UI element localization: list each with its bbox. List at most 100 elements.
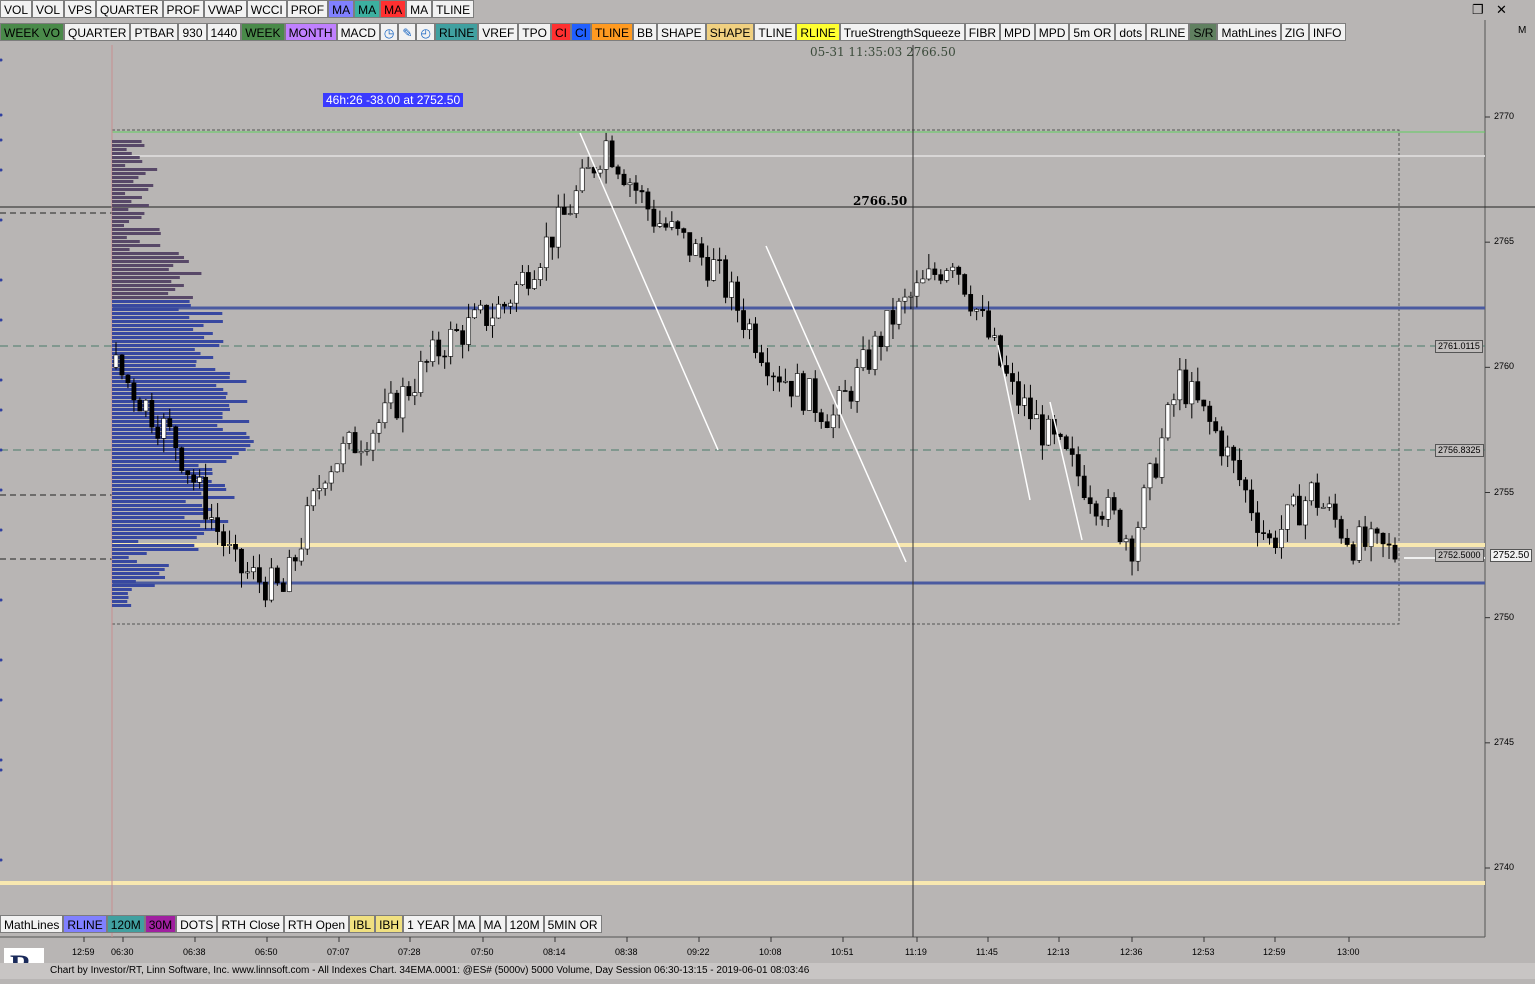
left-edge-dot	[0, 488, 3, 492]
candle-body	[1165, 404, 1171, 439]
close-window-icon[interactable]: ✕	[1496, 2, 1507, 18]
bottom-ma-button[interactable]: MA	[479, 915, 506, 933]
top-prof-button[interactable]: PROF	[162, 0, 204, 18]
bottom-30m-button[interactable]: 30M	[144, 915, 177, 933]
study-s-r-button[interactable]: S/R	[1189, 23, 1218, 41]
volume-profile-bar	[112, 272, 202, 275]
volume-profile-bar	[112, 176, 139, 179]
candle-body	[806, 378, 812, 411]
volume-profile-bar	[112, 516, 185, 519]
candle-body	[573, 190, 579, 214]
top-prof-button[interactable]: PROF	[286, 0, 329, 18]
study-truestrengthsqueeze-button[interactable]: TrueStrengthSqueeze	[839, 23, 965, 41]
study-930-button[interactable]: 930	[178, 23, 207, 41]
bottom-ibh-button[interactable]: IBH	[375, 915, 404, 933]
study-mpd-button[interactable]: MPD	[1000, 23, 1035, 41]
time-tick-label: 07:50	[471, 947, 494, 957]
study-bb-button[interactable]: BB	[632, 23, 657, 41]
price-tick-label: 2755	[1494, 486, 1515, 497]
study-tline-button[interactable]: TLINE	[754, 23, 797, 41]
trend-line	[579, 132, 719, 451]
candle-body	[227, 543, 232, 547]
top-vps-button[interactable]: VPS	[64, 0, 97, 18]
candle-body	[896, 300, 902, 325]
study-1440-button[interactable]: 1440	[206, 23, 242, 41]
candle-body	[1141, 487, 1147, 528]
top-vol-button[interactable]: VOL	[0, 0, 33, 18]
study-info-button[interactable]: INFO	[1308, 23, 1346, 41]
time-tick-label: 12:36	[1120, 947, 1143, 957]
bottom-dots-button[interactable]: DOTS	[176, 915, 218, 933]
top-ma-button[interactable]: MA	[406, 0, 433, 18]
top-vol-button[interactable]: VOL	[32, 0, 65, 18]
study-week-button[interactable]: WEEK	[241, 23, 285, 41]
candle-body	[1087, 497, 1093, 505]
volume-profile-bar	[112, 360, 197, 363]
candle-body	[1350, 544, 1356, 561]
study-mpd-button[interactable]: MPD	[1034, 23, 1070, 41]
bottom-rth-open-button[interactable]: RTH Open	[283, 915, 350, 933]
time-tick-label: 08:14	[543, 947, 566, 957]
study-rline-button[interactable]: RLINE	[434, 23, 479, 41]
top-ma-button[interactable]: MA	[380, 0, 407, 18]
bottom-5min-or-button[interactable]: 5MIN OR	[543, 915, 602, 933]
top-ma-button[interactable]: MA	[354, 0, 381, 18]
study-ci-button[interactable]: CI	[550, 23, 571, 41]
study-vref-button[interactable]: VREF	[478, 23, 519, 41]
top-wcci-button[interactable]: WCCI	[246, 0, 287, 18]
price-tick-label: 2760	[1494, 361, 1515, 372]
price-tick-label: 2750	[1494, 611, 1515, 622]
left-edge-dot	[0, 378, 3, 382]
volume-profile-bar	[112, 508, 212, 511]
pencil-icon[interactable]: ✎	[398, 23, 417, 41]
candle-body	[340, 443, 346, 465]
study-rline-button[interactable]: RLINE	[796, 23, 840, 41]
volume-profile-bar	[112, 512, 204, 515]
bottom-mathlines-button[interactable]: MathLines	[0, 915, 64, 933]
study-tline-button[interactable]: TLINE	[590, 23, 633, 41]
study-ci-button[interactable]: CI	[570, 23, 591, 41]
study-dots-button[interactable]: dots	[1115, 23, 1147, 41]
candle-body	[597, 169, 603, 174]
volume-profile-bar	[112, 552, 147, 555]
study-month-button[interactable]: MONTH	[284, 23, 337, 41]
candle-body	[693, 243, 699, 256]
top-quarter-button[interactable]: QUARTER	[96, 0, 163, 18]
candle-body	[1177, 369, 1183, 401]
study-week-vo-button[interactable]: WEEK VO	[0, 23, 65, 41]
bottom-1-year-button[interactable]: 1 YEAR	[403, 915, 454, 933]
bottom-120m-button[interactable]: 120M	[106, 915, 145, 933]
study-mathlines-button[interactable]: MathLines	[1217, 23, 1281, 41]
candle-body	[950, 266, 956, 271]
study-macd-button[interactable]: MACD	[336, 23, 380, 41]
session-range-box	[111, 129, 1400, 625]
study-fibr-button[interactable]: FIBR	[964, 23, 1001, 41]
top-tline-button[interactable]: TLINE	[432, 0, 475, 18]
price-chart[interactable]	[0, 0, 1535, 979]
study-shape-button[interactable]: SHAPE	[657, 23, 706, 41]
volume-profile-bar	[112, 336, 205, 339]
bottom-ibl-button[interactable]: IBL	[349, 915, 376, 933]
volume-profile-bar	[112, 220, 130, 223]
study-rline-button[interactable]: RLINE	[1146, 23, 1190, 41]
study-quarter-button[interactable]: QUARTER	[64, 23, 131, 41]
bottom-rline-button[interactable]: RLINE	[63, 915, 107, 933]
time-tick-label: 07:28	[398, 947, 421, 957]
top-ma-button[interactable]: MA	[328, 0, 355, 18]
study-tpo-button[interactable]: TPO	[518, 23, 551, 41]
bottom-ma-button[interactable]: MA	[453, 915, 480, 933]
candle-body	[860, 349, 866, 368]
volume-profile-bar	[112, 532, 205, 535]
study-5m-or-button[interactable]: 5m OR	[1069, 23, 1116, 41]
study-ptbar-button[interactable]: PTBAR	[130, 23, 179, 41]
study-zig-button[interactable]: ZIG	[1280, 23, 1309, 41]
study-shape-button[interactable]: SHAPE	[705, 23, 755, 41]
top-vwap-button[interactable]: VWAP	[203, 0, 247, 18]
bottom-120m-button[interactable]: 120M	[505, 915, 544, 933]
candle-body	[944, 270, 950, 281]
timer-icon[interactable]: ◴	[416, 23, 435, 41]
clock-icon[interactable]: ◷	[379, 23, 399, 41]
candle-body	[968, 294, 974, 312]
bottom-rth-close-button[interactable]: RTH Close	[217, 915, 284, 933]
restore-window-icon[interactable]: ❐	[1472, 2, 1484, 18]
